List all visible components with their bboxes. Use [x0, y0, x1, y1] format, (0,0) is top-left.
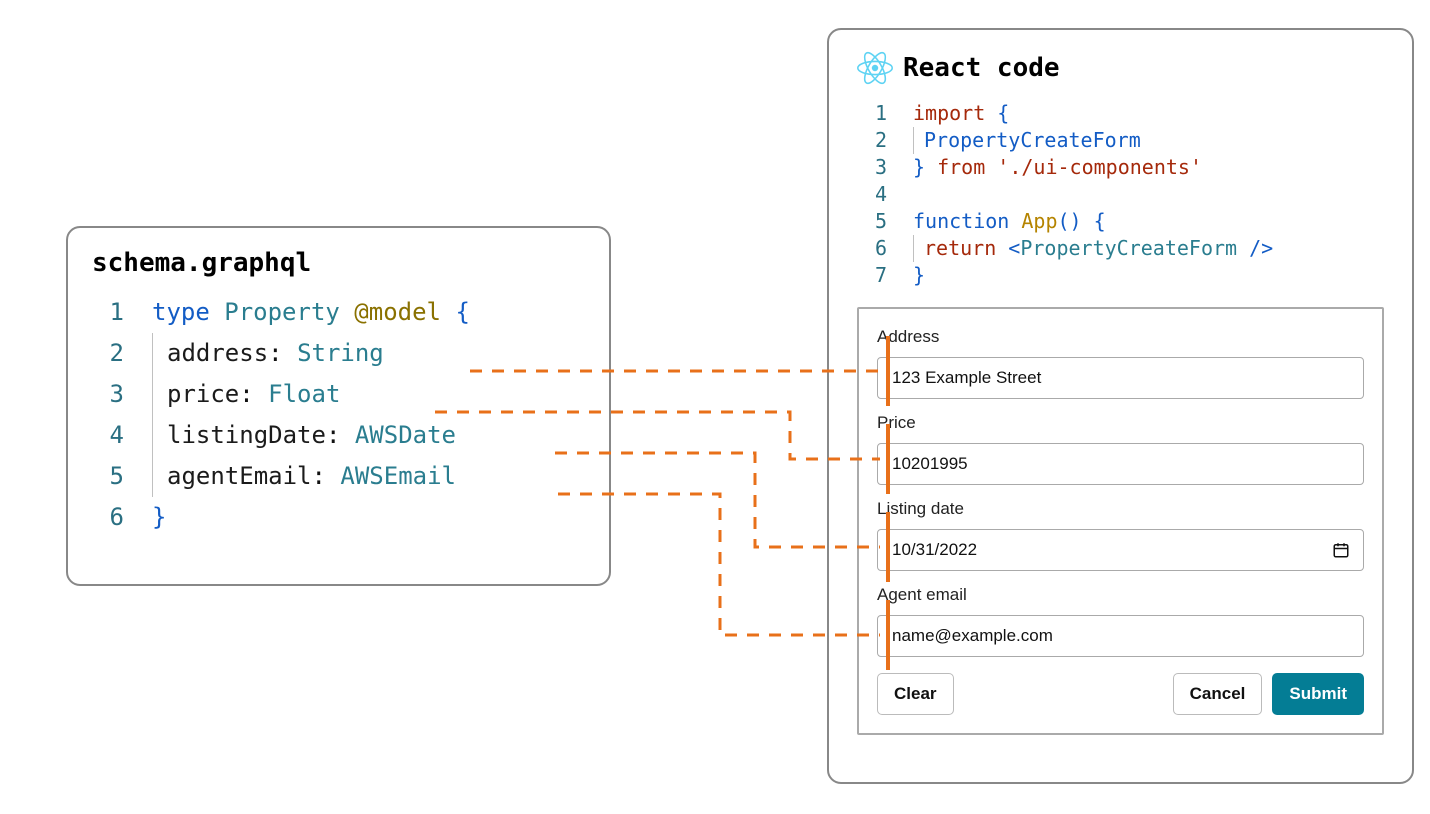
- spacer: [964, 673, 1163, 715]
- line-number: 4: [92, 415, 152, 456]
- code-content: function App() {: [913, 208, 1384, 235]
- agent-email-input[interactable]: [877, 615, 1364, 657]
- line-number: 6: [857, 235, 913, 262]
- code-content: price: Float: [152, 374, 585, 415]
- schema-title-text: schema.graphql: [92, 248, 311, 278]
- line-number: 6: [92, 497, 152, 538]
- code-content: type Property @model {: [152, 292, 585, 333]
- listing-date-input[interactable]: [877, 529, 1364, 571]
- schema-line-5: 5 agentEmail: AWSEmail: [92, 456, 585, 497]
- code-content: } from './ui-components': [913, 154, 1384, 181]
- address-input[interactable]: [877, 357, 1364, 399]
- line-number: 3: [92, 374, 152, 415]
- line-number: 1: [92, 292, 152, 333]
- form-actions: Clear Cancel Submit: [877, 673, 1364, 715]
- code-content: agentEmail: AWSEmail: [152, 456, 585, 497]
- react-line: 3 } from './ui-components': [857, 154, 1384, 181]
- schema-line-2: 2 address: String: [92, 333, 585, 374]
- code-content: [913, 181, 1384, 208]
- code-content: return <PropertyCreateForm />: [913, 235, 1384, 262]
- schema-title: schema.graphql: [92, 248, 585, 278]
- line-number: 4: [857, 181, 913, 208]
- code-content: import {: [913, 100, 1384, 127]
- price-input[interactable]: [877, 443, 1364, 485]
- agent-email-field-group: Agent email: [877, 585, 1364, 657]
- react-title: React code: [857, 50, 1384, 86]
- address-field-group: Address: [877, 327, 1364, 399]
- react-line: 6 return <PropertyCreateForm />: [857, 235, 1384, 262]
- code-content: PropertyCreateForm: [913, 127, 1384, 154]
- address-label: Address: [877, 327, 1364, 347]
- line-number: 5: [857, 208, 913, 235]
- code-content: address: String: [152, 333, 585, 374]
- code-content: }: [913, 262, 1384, 289]
- line-number: 1: [857, 100, 913, 127]
- agent-email-label: Agent email: [877, 585, 1364, 605]
- line-number: 7: [857, 262, 913, 289]
- line-number: 5: [92, 456, 152, 497]
- line-number: 2: [92, 333, 152, 374]
- schema-line-3: 3 price: Float: [92, 374, 585, 415]
- code-content: }: [152, 497, 585, 538]
- price-field-group: Price: [877, 413, 1364, 485]
- clear-button[interactable]: Clear: [877, 673, 954, 715]
- react-line: 2 PropertyCreateForm: [857, 127, 1384, 154]
- react-icon: [857, 50, 893, 86]
- react-code: 1 import { 2 PropertyCreateForm 3 } from…: [857, 100, 1384, 289]
- react-panel: React code 1 import { 2 PropertyCreateFo…: [827, 28, 1414, 784]
- code-content: listingDate: AWSDate: [152, 415, 585, 456]
- schema-panel: schema.graphql 1 type Property @model { …: [66, 226, 611, 586]
- react-title-text: React code: [903, 53, 1060, 83]
- schema-code: 1 type Property @model { 2 address: Stri…: [92, 292, 585, 538]
- react-line: 1 import {: [857, 100, 1384, 127]
- react-line: 4: [857, 181, 1384, 208]
- cancel-button[interactable]: Cancel: [1173, 673, 1263, 715]
- price-label: Price: [877, 413, 1364, 433]
- schema-line-6: 6 }: [92, 497, 585, 538]
- listing-date-field-group: Listing date: [877, 499, 1364, 571]
- line-number: 2: [857, 127, 913, 154]
- schema-line-4: 4 listingDate: AWSDate: [92, 415, 585, 456]
- react-line: 7 }: [857, 262, 1384, 289]
- submit-button[interactable]: Submit: [1272, 673, 1364, 715]
- listing-date-label: Listing date: [877, 499, 1364, 519]
- schema-line-1: 1 type Property @model {: [92, 292, 585, 333]
- property-create-form: Address Price Listing date Agent email: [857, 307, 1384, 735]
- line-number: 3: [857, 154, 913, 181]
- react-line: 5 function App() {: [857, 208, 1384, 235]
